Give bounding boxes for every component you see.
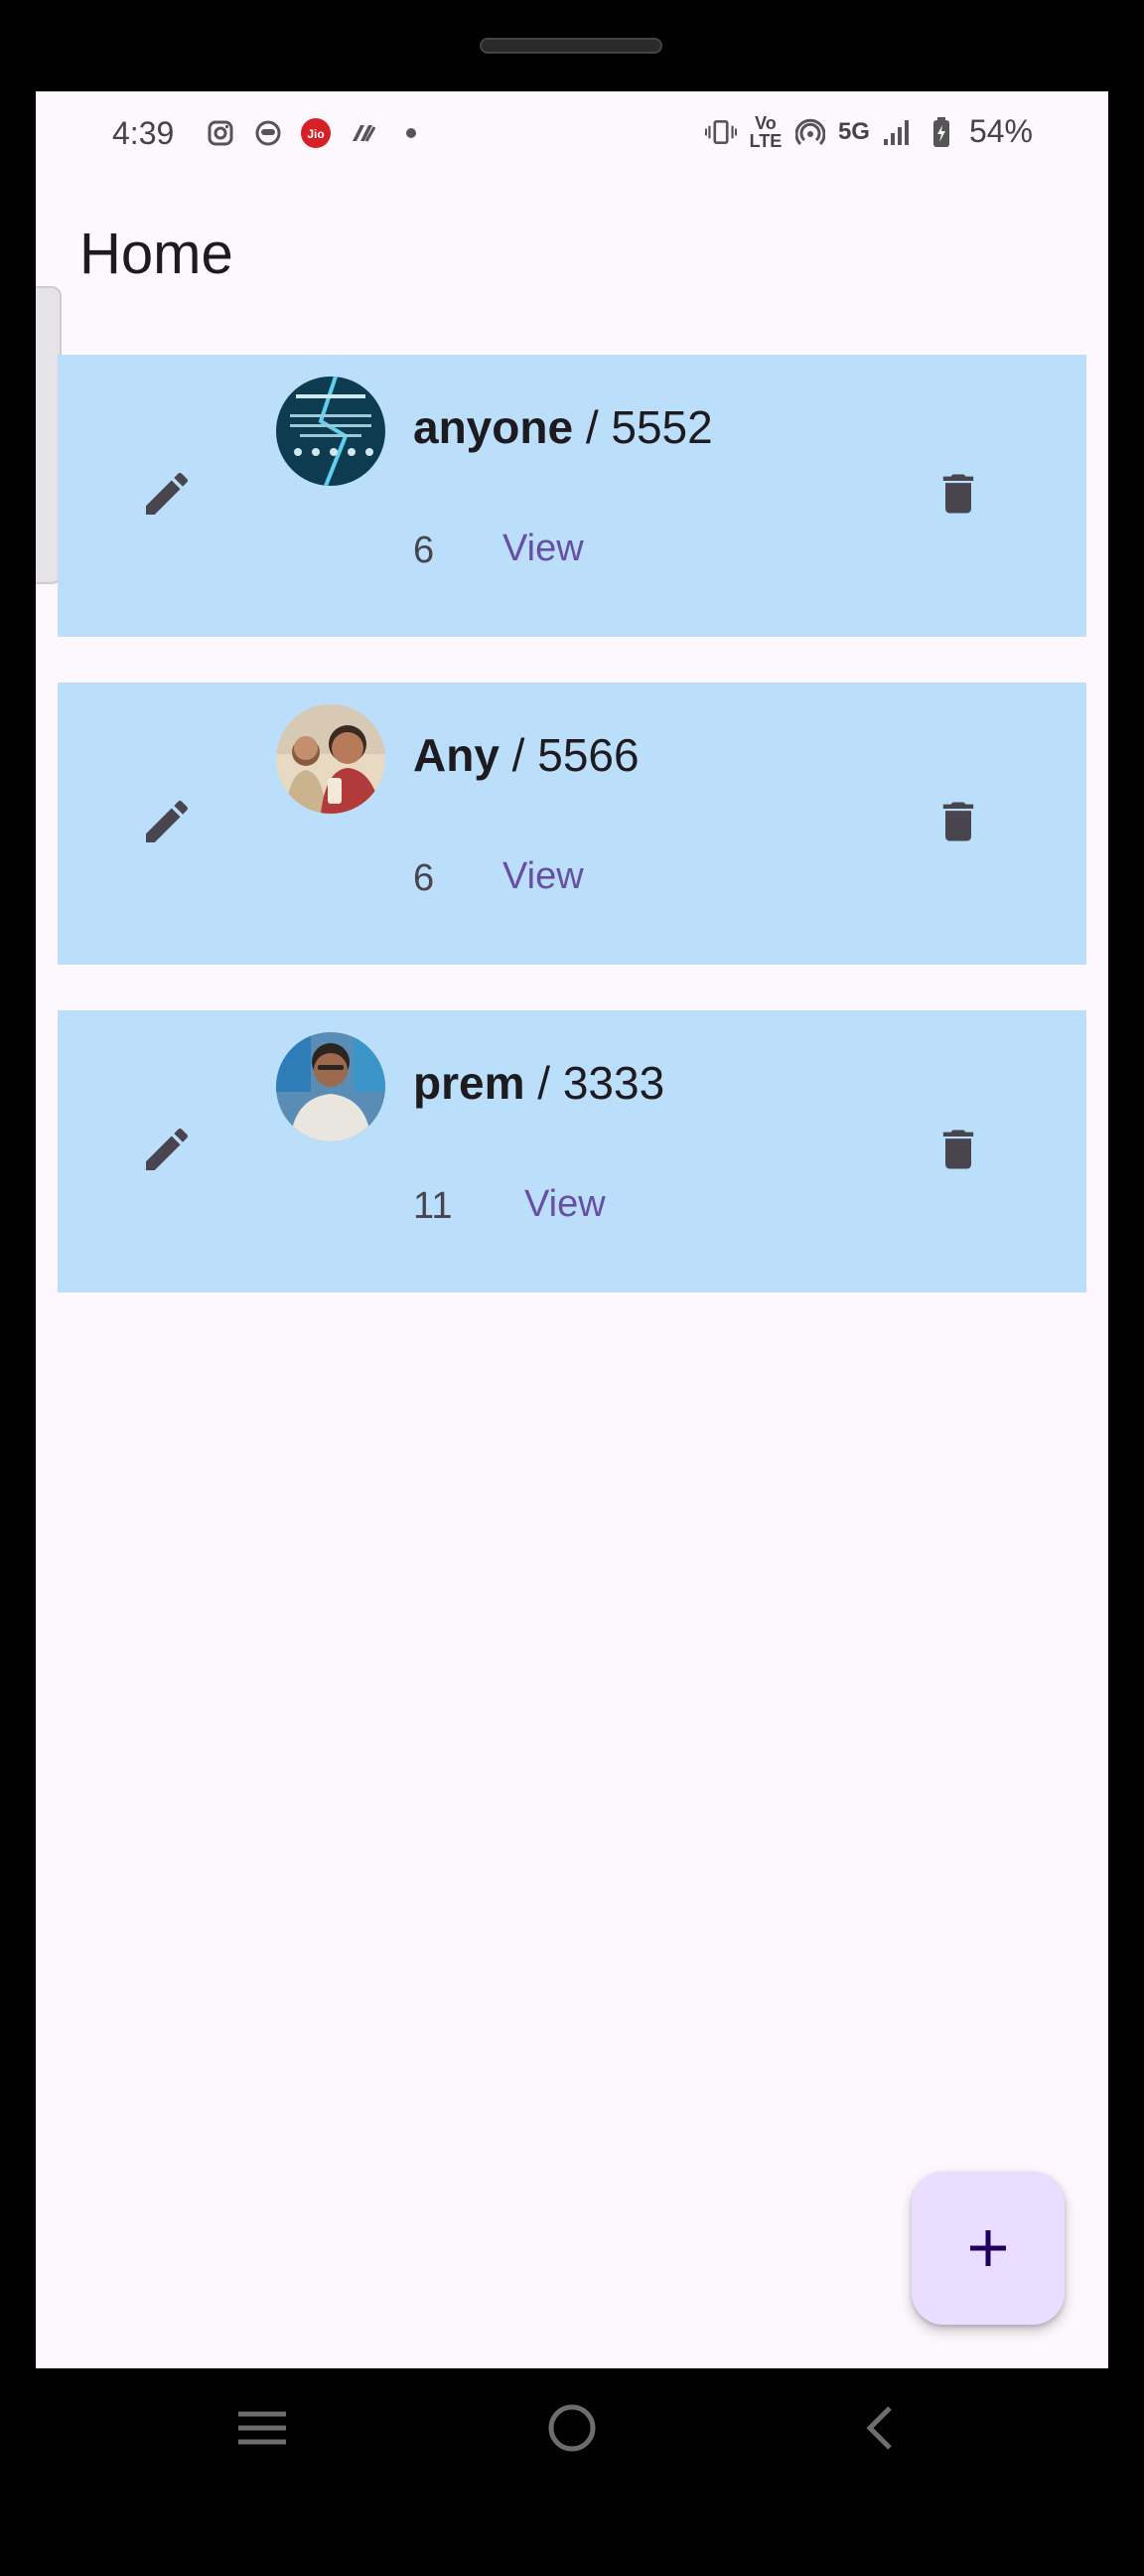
view-link[interactable]: View [502, 528, 584, 570]
item-title: anyone / 5552 [413, 400, 713, 454]
item-name: Any [413, 729, 500, 781]
delete-button[interactable] [929, 792, 988, 851]
list-item: Any / 5566 6 View [58, 682, 1086, 965]
home-icon [548, 2404, 596, 2452]
status-bar: 4:39 Jio Vo LTE 5G 54% [36, 91, 1108, 183]
notification-icons: Jio [205, 117, 427, 149]
navigation-bar [36, 2368, 1108, 2488]
list-item: prem / 3333 11 View [58, 1010, 1086, 1292]
item-separator: / [499, 729, 538, 781]
pencil-icon [146, 472, 189, 515]
item-count: 6 [413, 857, 435, 899]
signal-icon [882, 116, 914, 148]
volte-label: Vo LTE [749, 112, 783, 151]
view-link[interactable]: View [524, 1183, 606, 1226]
avatar [276, 1032, 385, 1141]
list-item: anyone / 5552 6 View [58, 355, 1086, 637]
delete-button[interactable] [929, 464, 988, 524]
status-right-icons: Vo LTE 5G 54% [704, 112, 1033, 151]
edit-button[interactable] [137, 464, 197, 524]
back-button[interactable] [845, 2398, 915, 2458]
battery-percent: 54% [968, 113, 1033, 149]
menu-icon [238, 2411, 286, 2445]
vibrate-icon [704, 116, 737, 148]
item-name: prem [413, 1057, 525, 1109]
avatar [276, 704, 385, 814]
item-name: anyone [413, 401, 574, 453]
item-separator: / [524, 1057, 563, 1109]
page-title: Home [79, 222, 233, 286]
item-code: 5552 [611, 401, 713, 453]
svg-text:Jio: Jio [307, 127, 324, 141]
speaker-grille [480, 38, 662, 54]
app-screen: 4:39 Jio Vo LTE 5G 54% Home anyone / 555… [36, 91, 1108, 2368]
status-time: 4:39 [112, 115, 175, 151]
edit-button[interactable] [137, 792, 197, 851]
app-icon [252, 117, 284, 149]
item-title: prem / 3333 [413, 1056, 664, 1110]
item-count: 6 [413, 530, 435, 571]
add-button[interactable] [912, 2172, 1065, 2325]
avatar [276, 377, 385, 486]
pencil-icon [146, 800, 189, 842]
back-icon [866, 2406, 892, 2450]
view-link[interactable]: View [502, 855, 584, 898]
pencil-icon [146, 1128, 189, 1170]
trash-icon [942, 1130, 974, 1169]
edit-button[interactable] [137, 1120, 197, 1179]
plus-icon [970, 2230, 1006, 2266]
item-count: 11 [413, 1185, 453, 1227]
trash-icon [942, 802, 974, 841]
dot-icon [395, 117, 427, 149]
item-separator: / [573, 401, 612, 453]
phone-frame: 4:39 Jio Vo LTE 5G 54% Home anyone / 555… [0, 0, 1144, 2576]
jio-icon: Jio [300, 117, 332, 149]
delete-button[interactable] [929, 1120, 988, 1179]
trash-icon [942, 474, 974, 514]
home-button[interactable] [537, 2398, 607, 2458]
item-code: 3333 [562, 1057, 665, 1109]
app-icon-2 [348, 117, 379, 149]
network-type: 5G [837, 117, 870, 145]
item-title: Any / 5566 [413, 728, 640, 782]
recents-button[interactable] [227, 2398, 297, 2458]
item-code: 5566 [537, 729, 640, 781]
instagram-icon [205, 117, 236, 149]
hotspot-icon [794, 116, 826, 148]
battery-icon [926, 116, 957, 148]
